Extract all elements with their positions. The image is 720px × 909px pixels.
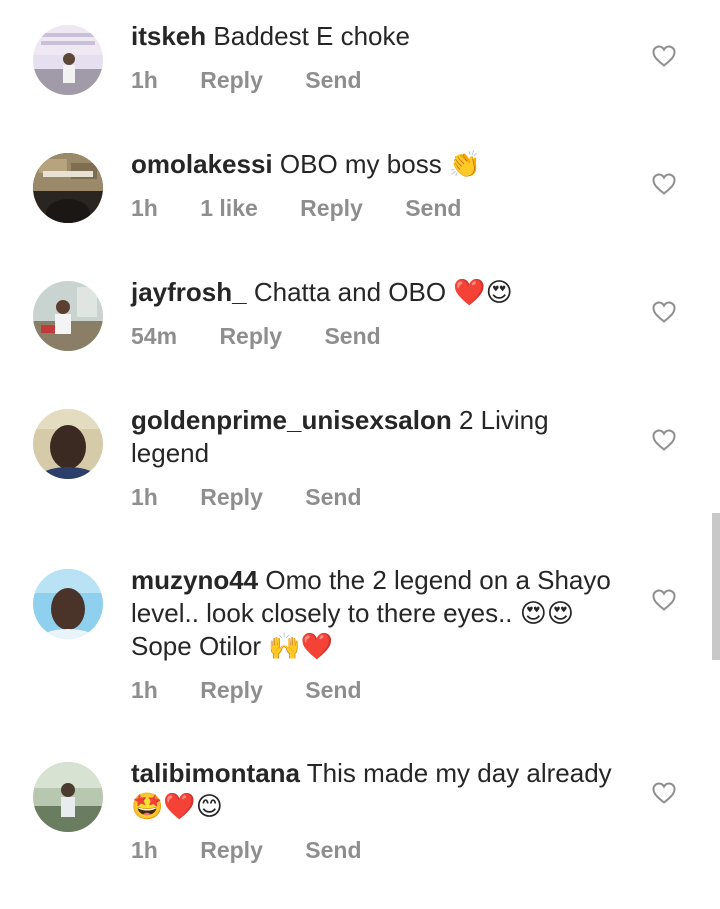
like-heart-icon[interactable] bbox=[652, 429, 676, 451]
like-heart-icon[interactable] bbox=[652, 45, 676, 67]
comment-timestamp: 1h bbox=[131, 837, 158, 863]
avatar-photo bbox=[33, 409, 103, 479]
scrollbar-thumb[interactable] bbox=[712, 513, 720, 660]
comment-meta: 54m Reply Send bbox=[131, 322, 417, 350]
comment-timestamp: 1h bbox=[131, 677, 158, 703]
send-button[interactable]: Send bbox=[305, 836, 361, 864]
like-heart-icon[interactable] bbox=[652, 173, 676, 195]
send-button[interactable]: Send bbox=[305, 483, 361, 511]
comment-text-block: muzyno44 Omo the 2 legend on a Shayo lev… bbox=[131, 564, 631, 663]
comment-meta: 1h Reply Send bbox=[131, 676, 398, 704]
avatar[interactable] bbox=[33, 569, 103, 639]
reply-button[interactable]: Reply bbox=[200, 836, 263, 864]
comment-text-block: jayfrosh_ Chatta and OBO ❤️😍 bbox=[131, 276, 631, 309]
comment-text-block: itskeh Baddest E choke bbox=[131, 20, 631, 53]
avatar[interactable] bbox=[33, 153, 103, 223]
comment-timestamp: 54m bbox=[131, 323, 178, 349]
like-count[interactable]: 1 like bbox=[200, 194, 258, 222]
reply-button[interactable]: Reply bbox=[200, 676, 263, 704]
comment-text-block: omolakessi OBO my boss 👏 bbox=[131, 148, 631, 181]
comment-username[interactable]: itskeh bbox=[131, 21, 206, 51]
avatar-photo bbox=[33, 762, 103, 832]
avatar[interactable] bbox=[33, 762, 103, 832]
send-button[interactable]: Send bbox=[305, 676, 361, 704]
reply-button[interactable]: Reply bbox=[300, 194, 363, 222]
comment-text: OBO my boss 👏 bbox=[279, 149, 482, 179]
comment-text-block: talibimontana This made my day already 🤩… bbox=[131, 757, 631, 823]
comment-timestamp: 1h bbox=[131, 67, 158, 93]
comment-timestamp: 1h bbox=[131, 484, 158, 510]
comment-meta: 1h Reply Send bbox=[131, 483, 398, 511]
comment-text: Chatta and OBO ❤️😍 bbox=[253, 277, 513, 307]
comment-username[interactable]: omolakessi bbox=[131, 149, 273, 179]
comment-timestamp: 1h bbox=[131, 195, 158, 221]
avatar[interactable] bbox=[33, 25, 103, 95]
like-heart-icon[interactable] bbox=[652, 782, 676, 804]
avatar[interactable] bbox=[33, 281, 103, 351]
comment-text: Baddest E choke bbox=[213, 21, 410, 51]
comment-text-block: goldenprime_unisexsalon 2 Living legend bbox=[131, 404, 631, 470]
send-button[interactable]: Send bbox=[405, 194, 461, 222]
comment-meta: 1h Reply Send bbox=[131, 836, 398, 864]
like-heart-icon[interactable] bbox=[652, 589, 676, 611]
comment-username[interactable]: goldenprime_unisexsalon bbox=[131, 405, 452, 435]
reply-button[interactable]: Reply bbox=[219, 322, 282, 350]
send-button[interactable]: Send bbox=[324, 322, 380, 350]
avatar-photo bbox=[33, 281, 103, 351]
comment-username[interactable]: jayfrosh_ bbox=[131, 277, 247, 307]
send-button[interactable]: Send bbox=[305, 66, 361, 94]
reply-button[interactable]: Reply bbox=[200, 483, 263, 511]
avatar-photo bbox=[33, 25, 103, 95]
avatar-photo bbox=[33, 569, 103, 639]
comments-page: itskeh Baddest E choke 1h Reply Send omo… bbox=[0, 0, 720, 909]
like-heart-icon[interactable] bbox=[652, 301, 676, 323]
comment-username[interactable]: muzyno44 bbox=[131, 565, 258, 595]
comment-username[interactable]: talibimontana bbox=[131, 758, 300, 788]
avatar-photo bbox=[33, 153, 103, 223]
avatar[interactable] bbox=[33, 409, 103, 479]
reply-button[interactable]: Reply bbox=[200, 66, 263, 94]
comment-meta: 1h 1 like Reply Send bbox=[131, 194, 497, 222]
comment-meta: 1h Reply Send bbox=[131, 66, 398, 94]
